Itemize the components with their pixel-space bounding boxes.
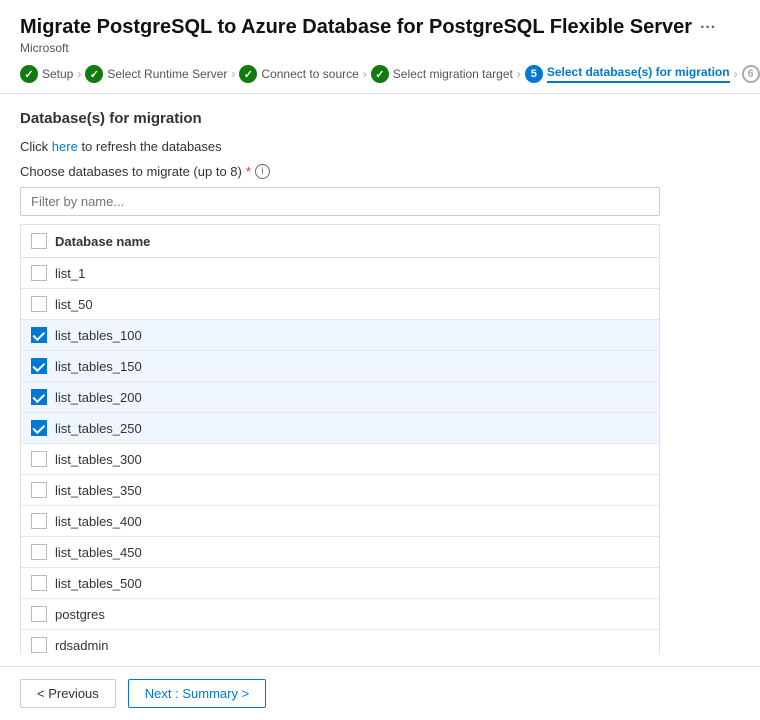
refresh-suffix: to refresh the databases [81,139,221,154]
step-databases-icon: 5 [525,65,543,83]
sep1: › [77,67,81,81]
step-runtime[interactable]: ✓ Select Runtime Server [85,65,227,83]
table-row[interactable]: list_tables_200 [21,382,659,413]
choose-label-text: Choose databases to migrate (up to 8) [20,164,242,179]
step-databases[interactable]: 5 Select database(s) for migration [525,65,730,83]
step-connect[interactable]: ✓ Connect to source [239,65,358,83]
step-summary-icon: 6 [742,65,760,83]
refresh-link[interactable]: here [52,139,78,154]
sep3: › [363,67,367,81]
database-table: Database name list_1 list_50 list_tables_1… [20,224,660,654]
table-row[interactable]: list_tables_450 [21,537,659,568]
db-name-label: list_tables_250 [55,421,142,436]
step-runtime-icon: ✓ [85,65,103,83]
table-row[interactable]: list_tables_100 [21,320,659,351]
db-name-label: rdsadmin [55,638,108,653]
row-checkbox[interactable] [31,575,47,591]
table-header: Database name [21,225,659,258]
section-title: Database(s) for migration [20,110,740,127]
step-setup-icon: ✓ [20,65,38,83]
db-name-label: list_1 [55,266,85,281]
step-target-label: Select migration target [393,67,513,81]
next-button[interactable]: Next : Summary > [128,679,266,708]
row-checkbox[interactable] [31,637,47,653]
select-all-checkbox[interactable] [31,233,47,249]
main-content: Database(s) for migration Click here to … [0,94,760,654]
content-area: Database(s) for migration Click here to … [0,94,760,654]
db-name-label: list_50 [55,297,93,312]
step-setup[interactable]: ✓ Setup [20,65,73,83]
table-row[interactable]: list_tables_500 [21,568,659,599]
step-connect-label: Connect to source [261,67,358,81]
page-title: Migrate PostgreSQL to Azure Database for… [20,16,740,39]
step-summary[interactable]: 6 Summary [742,65,760,83]
table-row[interactable]: list_tables_250 [21,413,659,444]
db-name-label: list_tables_350 [55,483,142,498]
refresh-prefix: Click [20,139,52,154]
db-name-label: list_tables_200 [55,390,142,405]
step-runtime-label: Select Runtime Server [107,67,227,81]
step-target[interactable]: ✓ Select migration target [371,65,513,83]
prev-button[interactable]: < Previous [20,679,116,708]
filter-input[interactable] [20,187,660,216]
sep5: › [734,67,738,81]
footer: < Previous Next : Summary > [0,666,760,720]
refresh-text: Click here to refresh the databases [20,139,740,154]
db-name-label: list_tables_500 [55,576,142,591]
db-name-label: list_tables_400 [55,514,142,529]
required-star: * [246,164,251,179]
provider-label: Microsoft [20,41,740,55]
steps-bar: ✓ Setup › ✓ Select Runtime Server › ✓ Co… [0,55,760,94]
sep4: › [517,67,521,81]
db-rows-container: list_1 list_50 list_tables_100 list_tables_… [21,258,659,654]
step-target-icon: ✓ [371,65,389,83]
row-checkbox[interactable] [31,358,47,374]
table-row[interactable]: list_50 [21,289,659,320]
table-row[interactable]: rdsadmin [21,630,659,654]
db-name-label: list_tables_100 [55,328,142,343]
row-checkbox[interactable] [31,389,47,405]
table-row[interactable]: postgres [21,599,659,630]
table-row[interactable]: list_tables_150 [21,351,659,382]
title-text: Migrate PostgreSQL to Azure Database for… [20,16,692,39]
table-row[interactable]: list_tables_350 [21,475,659,506]
db-name-label: list_tables_300 [55,452,142,467]
table-row[interactable]: list_tables_300 [21,444,659,475]
step-setup-label: Setup [42,67,73,81]
table-row[interactable]: list_tables_400 [21,506,659,537]
row-checkbox[interactable] [31,451,47,467]
row-checkbox[interactable] [31,420,47,436]
step-databases-label: Select database(s) for migration [547,65,730,83]
step-connect-icon: ✓ [239,65,257,83]
row-checkbox[interactable] [31,327,47,343]
row-checkbox[interactable] [31,296,47,312]
row-checkbox[interactable] [31,265,47,281]
row-checkbox[interactable] [31,544,47,560]
row-checkbox[interactable] [31,482,47,498]
more-options-icon[interactable]: ··· [700,19,716,37]
choose-label: Choose databases to migrate (up to 8) * … [20,164,740,179]
column-header-label: Database name [55,234,150,249]
db-name-label: postgres [55,607,105,622]
info-icon[interactable]: i [255,164,270,179]
db-name-label: list_tables_450 [55,545,142,560]
row-checkbox[interactable] [31,513,47,529]
page-header: Migrate PostgreSQL to Azure Database for… [0,0,760,55]
sep2: › [231,67,235,81]
db-name-label: list_tables_150 [55,359,142,374]
row-checkbox[interactable] [31,606,47,622]
table-row[interactable]: list_1 [21,258,659,289]
